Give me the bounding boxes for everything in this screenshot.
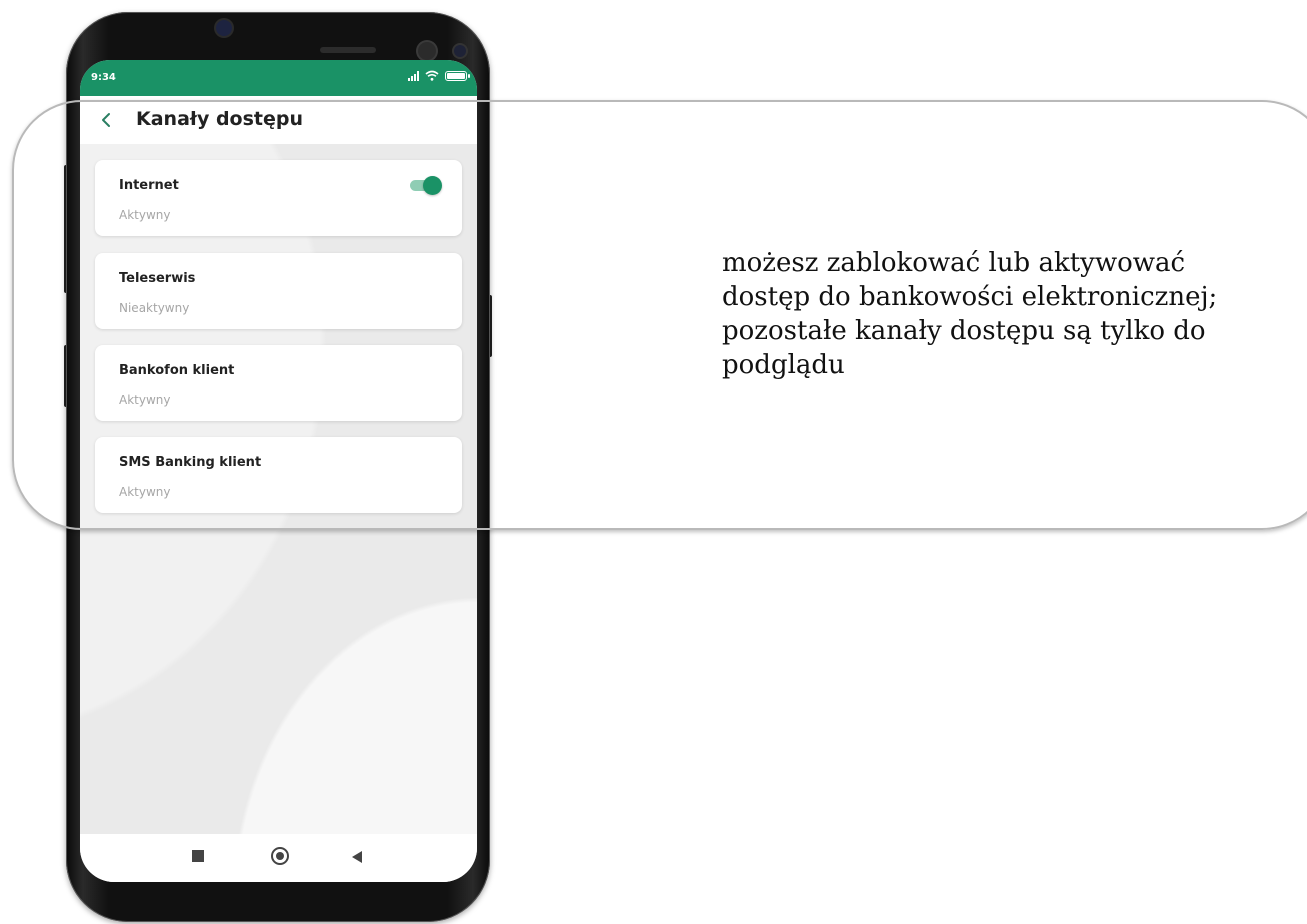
battery-icon	[445, 70, 470, 81]
earpiece-speaker	[320, 47, 376, 53]
front-sensor-icon	[216, 20, 232, 36]
front-camera-icon	[418, 42, 436, 60]
callout-line: możesz zablokować lub aktywować	[722, 248, 1186, 278]
proximity-sensor-icon	[454, 45, 466, 57]
status-icons	[408, 70, 470, 81]
android-nav-bar	[80, 834, 477, 882]
status-bar: 9:34	[80, 60, 477, 96]
wifi-icon	[425, 70, 439, 81]
signal-icon	[408, 70, 419, 81]
status-time: 9:34	[91, 72, 116, 83]
callout-text: możesz zablokować lub aktywować dostęp d…	[722, 246, 1302, 382]
home-button[interactable]	[271, 847, 289, 865]
callout-line: pozostałe kanały dostępu są tylko do	[722, 316, 1206, 346]
recent-apps-button[interactable]	[192, 850, 204, 862]
callout-line: podglądu	[722, 350, 845, 380]
back-button[interactable]	[352, 851, 362, 863]
callout-line: dostęp do bankowości elektronicznej;	[722, 282, 1218, 312]
